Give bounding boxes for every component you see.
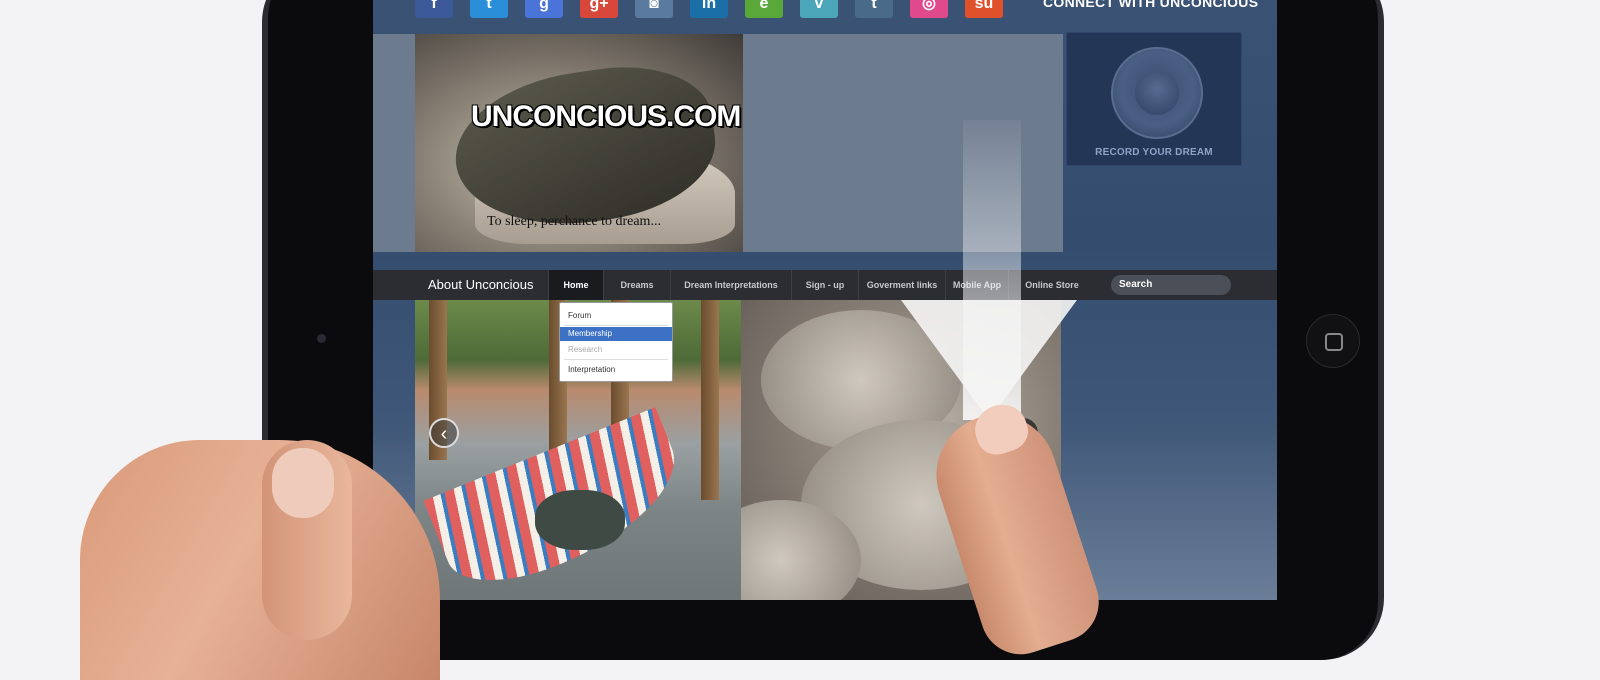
dropdown-item-research[interactable]: Research — [560, 343, 672, 357]
vimeo-icon[interactable]: v — [800, 0, 838, 18]
record-inner-icon — [1135, 71, 1179, 115]
pillar-image — [701, 300, 719, 500]
record-dream-label: RECORD YOUR DREAM — [1095, 147, 1213, 158]
home-square-icon — [1325, 333, 1343, 351]
dropdown-item-membership[interactable]: Membership — [560, 327, 672, 341]
twitter-icon[interactable]: t — [470, 0, 508, 18]
record-dream-widget[interactable]: RECORD YOUR DREAM — [1066, 32, 1242, 166]
home-button[interactable] — [1306, 314, 1360, 368]
slider-prev-button[interactable]: ‹ — [429, 418, 459, 448]
dropdown-divider — [564, 325, 668, 326]
evernote-icon[interactable]: e — [745, 0, 783, 18]
facebook-icon[interactable]: f — [415, 0, 453, 18]
record-button-icon[interactable] — [1111, 47, 1203, 139]
thumb-nail — [272, 448, 334, 518]
google-icon[interactable]: g — [525, 0, 563, 18]
nav-item-home[interactable]: Home — [548, 270, 603, 300]
connect-heading: CONNECT WITH UNCONCIOUS — [1043, 0, 1259, 10]
nav-item-goverment-links[interactable]: Goverment links — [858, 270, 945, 300]
dribbble-icon[interactable]: ◎ — [910, 0, 948, 18]
dropdown-divider — [564, 359, 668, 360]
camera-icon — [317, 334, 326, 343]
swipe-down-arrow-icon — [901, 300, 1077, 420]
nav-item-sign-up[interactable]: Sign - up — [791, 270, 858, 300]
hero-tagline: To sleep, perchance to dream... — [487, 214, 661, 229]
home-dropdown-menu: Forum Membership Research Interpretation — [559, 302, 673, 382]
stumbleupon-icon[interactable]: su — [965, 0, 1003, 18]
website-screen: f t g g+ ◙ in e v t ◎ su CONNECT WITH UN… — [373, 0, 1277, 600]
linkedin-icon[interactable]: in — [690, 0, 728, 18]
hero-banner[interactable]: UNCONCIOUS.COM To sleep, perchance to dr… — [415, 34, 743, 252]
main-navbar: About Unconcious Home Dreams Dream Inter… — [373, 270, 1277, 300]
tumblr-icon[interactable]: t — [855, 0, 893, 18]
dropdown-item-interpretation[interactable]: Interpretation — [560, 363, 672, 377]
search-input[interactable]: Search — [1111, 275, 1231, 295]
instagram-icon[interactable]: ◙ — [635, 0, 673, 18]
dropdown-item-forum[interactable]: Forum — [560, 309, 672, 323]
google-plus-icon[interactable]: g+ — [580, 0, 618, 18]
person-image — [535, 490, 625, 550]
nav-item-dreams[interactable]: Dreams — [603, 270, 670, 300]
nav-brand-link[interactable]: About Unconcious — [428, 277, 534, 292]
nav-item-online-store[interactable]: Online Store — [1008, 270, 1095, 300]
site-logo-title: UNCONCIOUS.COM — [471, 100, 741, 133]
nav-item-dream-interpretations[interactable]: Dream Interpretations — [670, 270, 791, 300]
